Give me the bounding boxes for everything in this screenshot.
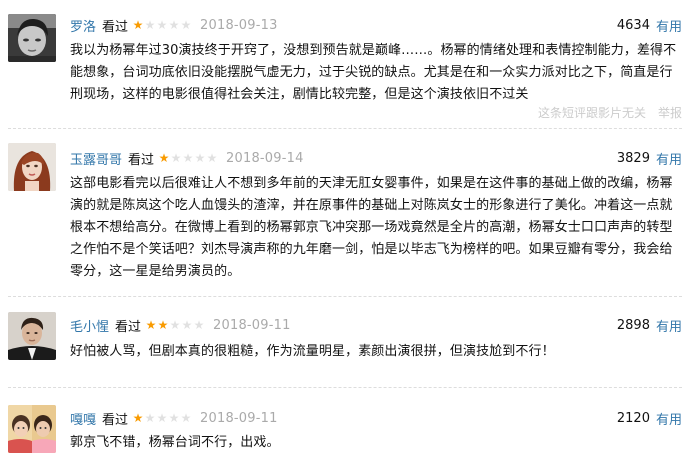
useful-vote: 2120 有用 — [617, 408, 682, 428]
divider — [8, 296, 682, 297]
watch-status: 看过 — [128, 152, 155, 168]
useful-count: 2120 — [616, 410, 650, 426]
star-icon: ★ — [182, 151, 194, 165]
divider — [8, 128, 682, 129]
star-icon: ★ — [169, 318, 181, 332]
star-icon: ★ — [206, 151, 218, 165]
useful-count: 3829 — [616, 150, 650, 166]
useful-button[interactable]: 有用 — [656, 409, 682, 428]
watch-status: 看过 — [102, 19, 129, 35]
report-link[interactable]: 举报 — [658, 104, 682, 121]
review-item: 罗洛 看过 ★ ★ ★ ★ ★ 2018-09-13 4634 有用 我以为杨幂… — [0, 0, 690, 126]
useful-button[interactable]: 有用 — [656, 16, 682, 35]
review-meta: 玉露哥哥 看过 ★ ★ ★ ★ ★ 2018-09-14 — [70, 148, 304, 168]
irrelevant-report-link[interactable]: 这条短评跟影片无关 — [538, 104, 646, 121]
user-avatar[interactable] — [8, 143, 56, 191]
useful-vote: 2898 有用 — [617, 315, 682, 335]
username-link[interactable]: 毛小惺 — [70, 316, 109, 335]
rating-stars: ★ ★ ★ ★ ★ — [132, 412, 192, 424]
useful-count: 2898 — [616, 317, 650, 333]
useful-vote: 3829 有用 — [617, 148, 682, 168]
review-content: 郭京飞不错，杨幂台词不行，出戏。 — [70, 435, 280, 450]
review-item: 玉露哥哥 看过 ★ ★ ★ ★ ★ 2018-09-14 3829 有用 这部电… — [0, 130, 690, 280]
review-meta: 罗洛 看过 ★ ★ ★ ★ ★ 2018-09-13 — [70, 15, 278, 35]
review-date: 2018-09-13 — [200, 17, 278, 33]
username-link[interactable]: 玉露哥哥 — [70, 149, 122, 168]
star-icon: ★ — [144, 411, 156, 425]
star-icon: ★ — [132, 411, 144, 425]
user-avatar[interactable] — [8, 405, 56, 453]
rating-stars: ★ ★ ★ ★ ★ — [132, 19, 192, 31]
user-avatar[interactable] — [8, 14, 56, 62]
star-icon: ★ — [132, 18, 144, 32]
review-meta: 毛小惺 看过 ★ ★ ★ ★ ★ 2018-09-11 — [70, 315, 291, 335]
review-date: 2018-09-14 — [226, 150, 304, 166]
useful-button[interactable]: 有用 — [656, 149, 682, 168]
star-icon: ★ — [181, 318, 193, 332]
review-content: 我以为杨幂年过30演技终于开窍了，没想到预告就是巅峰……。杨幂的情绪处理和表情控… — [70, 43, 677, 102]
review-content: 好怕被人骂，但剧本真的很粗糙，作为流量明星，素颜出演很拼，但演技尬到不行！ — [70, 344, 555, 359]
watch-status: 看过 — [115, 319, 142, 335]
star-icon: ★ — [156, 18, 168, 32]
review-actions: 这条短评跟影片无关 举报 — [526, 103, 682, 121]
review-item: 毛小惺 看过 ★ ★ ★ ★ ★ 2018-09-11 2898 有用 好怕被人… — [0, 298, 690, 388]
star-icon: ★ — [156, 411, 168, 425]
divider — [8, 387, 682, 388]
user-avatar[interactable] — [8, 312, 56, 360]
username-link[interactable]: 嘎嘎 — [70, 409, 96, 428]
star-icon: ★ — [157, 318, 169, 332]
star-icon: ★ — [145, 318, 157, 332]
star-icon: ★ — [168, 18, 180, 32]
star-icon: ★ — [158, 151, 170, 165]
useful-vote: 4634 有用 — [617, 15, 682, 35]
review-content: 这部电影看完以后很难让人不想到多年前的天津无肛女婴事件，如果是在这件事的基础上做… — [70, 176, 673, 279]
star-icon: ★ — [193, 318, 205, 332]
star-icon: ★ — [180, 18, 192, 32]
review-date: 2018-09-11 — [200, 410, 278, 426]
useful-button[interactable]: 有用 — [656, 316, 682, 335]
watch-status: 看过 — [102, 412, 129, 428]
star-icon: ★ — [170, 151, 182, 165]
useful-count: 4634 — [616, 17, 650, 33]
username-link[interactable]: 罗洛 — [70, 16, 96, 35]
rating-stars: ★ ★ ★ ★ ★ — [145, 319, 205, 331]
review-meta: 嘎嘎 看过 ★ ★ ★ ★ ★ 2018-09-11 — [70, 408, 278, 428]
review-item: 嘎嘎 看过 ★ ★ ★ ★ ★ 2018-09-11 2120 有用 郭京飞不错… — [0, 389, 690, 473]
star-icon: ★ — [168, 411, 180, 425]
rating-stars: ★ ★ ★ ★ ★ — [158, 152, 218, 164]
review-date: 2018-09-11 — [213, 317, 291, 333]
star-icon: ★ — [194, 151, 206, 165]
star-icon: ★ — [180, 411, 192, 425]
star-icon: ★ — [144, 18, 156, 32]
